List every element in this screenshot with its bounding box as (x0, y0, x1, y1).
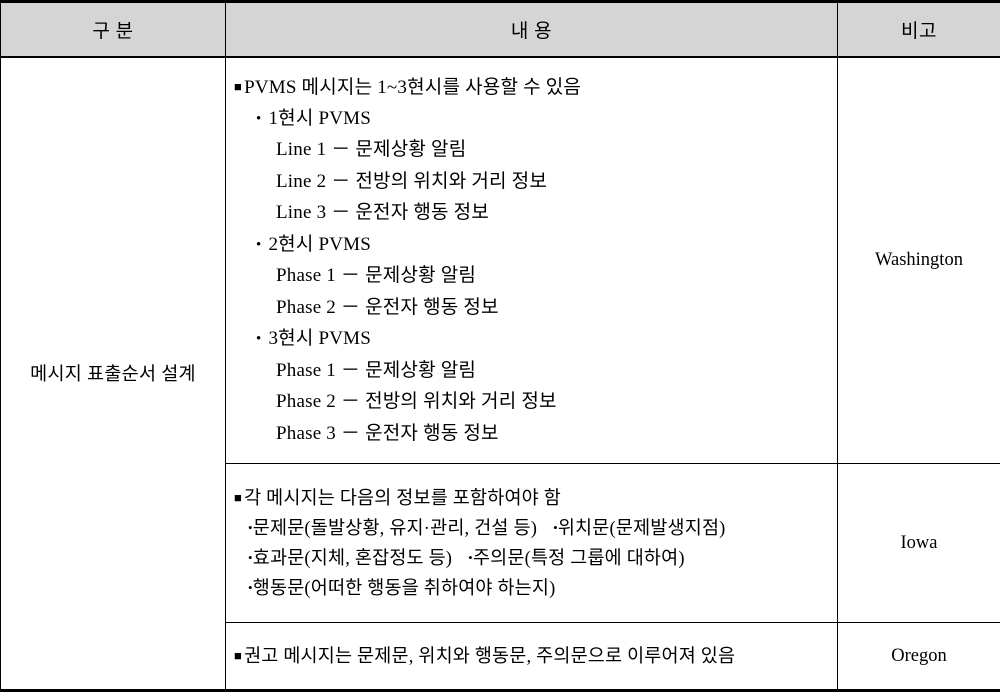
content-line-text: PVMS 메시지는 1~3현시를 사용할 수 있음 (244, 77, 581, 98)
dot-bullet-icon: • (256, 104, 261, 136)
header-double-rule (0, 56, 1000, 58)
content-line-text: 효과문(지체, 혼잡정도 등) (253, 549, 452, 569)
document-table-container: 구 분 내 용 비고 메시지 표출순서 설계 ■PVMS 메시지는 1~3현시를… (0, 0, 1000, 642)
square-bullet-icon: ■ (234, 71, 242, 103)
content-line: Line 2 － 전방의 위치와 거리 정보 (232, 166, 827, 198)
header-cell-gubun: 구 분 (1, 2, 226, 57)
content-line: Phase 1 － 문제상황 알림 (232, 260, 827, 292)
content-line-list: ■PVMS 메시지는 1~3현시를 사용할 수 있음 • 1현시 PVMS Lin… (232, 71, 827, 449)
content-line: • 3현시 PVMS (232, 323, 827, 355)
content-line-text: 행동문(어떠한 행동을 취하여야 하는지) (253, 579, 556, 599)
content-line-text: 문제문(돌발상황, 유지·관리, 건설 등) (253, 519, 537, 539)
dot-bullet-icon: • (256, 230, 261, 262)
header-cell-bigo: 비고 (838, 2, 1000, 57)
content-line: Line 1 － 문제상황 알림 (232, 134, 827, 166)
row-label-cell: 메시지 표출순서 설계 (1, 57, 226, 691)
content-line-text-secondary: 위치문(문제발생지점) (558, 519, 726, 539)
content-line: •문제문(돌발상황, 유지·관리, 건설 등)•위치문(문제발생지점) (232, 513, 827, 543)
content-line: •효과문(지체, 혼잡정도 등)•주의문(특정 그룹에 대하여) (232, 543, 827, 573)
note-cell-iowa: Iowa (838, 464, 1000, 623)
content-cell-washington: ■PVMS 메시지는 1~3현시를 사용할 수 있음 • 1현시 PVMS Lin… (226, 57, 838, 464)
content-line: Phase 2 － 전방의 위치와 거리 정보 (232, 386, 827, 418)
content-line: ■권고 메시지는 문제문, 위치와 행동문, 주의문으로 이루어져 있음 (232, 641, 827, 671)
content-cell-iowa: ■각 메시지는 다음의 정보를 포함하여야 함 •문제문(돌발상황, 유지·관리… (226, 464, 838, 623)
content-line: • 2현시 PVMS (232, 229, 827, 261)
table-header: 구 분 내 용 비고 (1, 2, 1000, 57)
content-line: Phase 3 － 운전자 행동 정보 (232, 418, 827, 450)
content-line: ■각 메시지는 다음의 정보를 포함하여야 함 (232, 483, 827, 513)
square-bullet-icon: ■ (234, 641, 242, 671)
content-line-text: Line 2 － 전방의 위치와 거리 정보 (276, 171, 547, 192)
content-line: Phase 2 － 운전자 행동 정보 (232, 292, 827, 324)
note-cell-oregon: Oregon (838, 623, 1000, 691)
header-cell-naeyong: 내 용 (226, 2, 838, 57)
content-line-text: 3현시 PVMS (268, 328, 371, 349)
content-line: •행동문(어떠한 행동을 취하여야 하는지) (232, 573, 827, 603)
dot-bullet-icon: • (256, 324, 261, 356)
content-line-text: Line 1 － 문제상황 알림 (276, 139, 466, 160)
content-line: ■PVMS 메시지는 1~3현시를 사용할 수 있음 (232, 71, 827, 103)
content-line: Line 3 － 운전자 행동 정보 (232, 197, 827, 229)
content-line-text: Line 3 － 운전자 행동 정보 (276, 202, 489, 223)
content-line-text: Phase 3 － 운전자 행동 정보 (276, 423, 499, 444)
content-line-text: 각 메시지는 다음의 정보를 포함하여야 함 (244, 489, 561, 509)
table-row: 메시지 표출순서 설계 ■PVMS 메시지는 1~3현시를 사용할 수 있음 •… (1, 57, 1000, 464)
content-line: • 1현시 PVMS (232, 103, 827, 135)
content-line-list: ■권고 메시지는 문제문, 위치와 행동문, 주의문으로 이루어져 있음 (232, 641, 827, 671)
content-line-text: Phase 2 － 전방의 위치와 거리 정보 (276, 391, 557, 412)
message-sequence-design-table: 구 분 내 용 비고 메시지 표출순서 설계 ■PVMS 메시지는 1~3현시를… (0, 0, 1000, 692)
content-line-list: ■각 메시지는 다음의 정보를 포함하여야 함 •문제문(돌발상황, 유지·관리… (232, 483, 827, 603)
content-line-text: Phase 1 － 문제상황 알림 (276, 360, 476, 381)
content-cell-oregon: ■권고 메시지는 문제문, 위치와 행동문, 주의문으로 이루어져 있음 (226, 623, 838, 691)
header-row: 구 분 내 용 비고 (1, 2, 1000, 57)
content-line-text: 권고 메시지는 문제문, 위치와 행동문, 주의문으로 이루어져 있음 (244, 647, 735, 667)
content-line-text: Phase 1 － 문제상황 알림 (276, 265, 476, 286)
content-line-text: 1현시 PVMS (268, 108, 371, 129)
table-body: 메시지 표출순서 설계 ■PVMS 메시지는 1~3현시를 사용할 수 있음 •… (1, 57, 1000, 691)
content-line-text-secondary: 주의문(특정 그룹에 대하여) (473, 549, 685, 569)
note-cell-washington: Washington (838, 57, 1000, 464)
content-line-text: 2현시 PVMS (268, 234, 371, 255)
content-line: Phase 1 － 문제상황 알림 (232, 355, 827, 387)
square-bullet-icon: ■ (234, 483, 242, 513)
content-line-text: Phase 2 － 운전자 행동 정보 (276, 297, 499, 318)
